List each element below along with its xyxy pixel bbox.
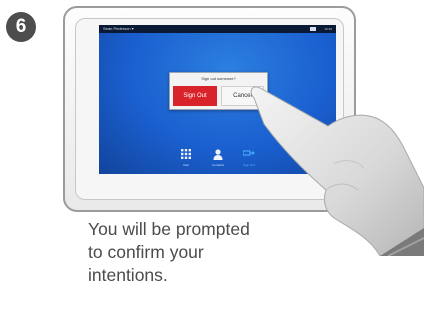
dock-item-label: Dial xyxy=(183,163,189,167)
dock-item-dial[interactable]: Dial xyxy=(174,149,198,167)
step-number-badge: 6 xyxy=(6,12,36,42)
dock-item-contacts[interactable]: Contacts xyxy=(206,149,230,167)
caption-line: You will be prompted xyxy=(88,219,250,239)
caption-line: intentions. xyxy=(88,265,168,285)
sign-out-button[interactable]: Sign Out xyxy=(173,86,217,106)
instruction-caption: You will be prompted to confirm your int… xyxy=(88,218,308,287)
user-name[interactable]: Sean Pederson ▾ xyxy=(103,25,134,33)
caption-line: to confirm your xyxy=(88,242,204,262)
dock-item-label: Contacts xyxy=(212,163,224,167)
status-bar: Sean Pederson ▾ 12:16 xyxy=(99,25,336,33)
person-icon xyxy=(206,149,230,161)
camera-icon[interactable] xyxy=(310,27,316,31)
clock: 12:16 xyxy=(324,27,332,31)
keypad-icon xyxy=(174,149,198,161)
